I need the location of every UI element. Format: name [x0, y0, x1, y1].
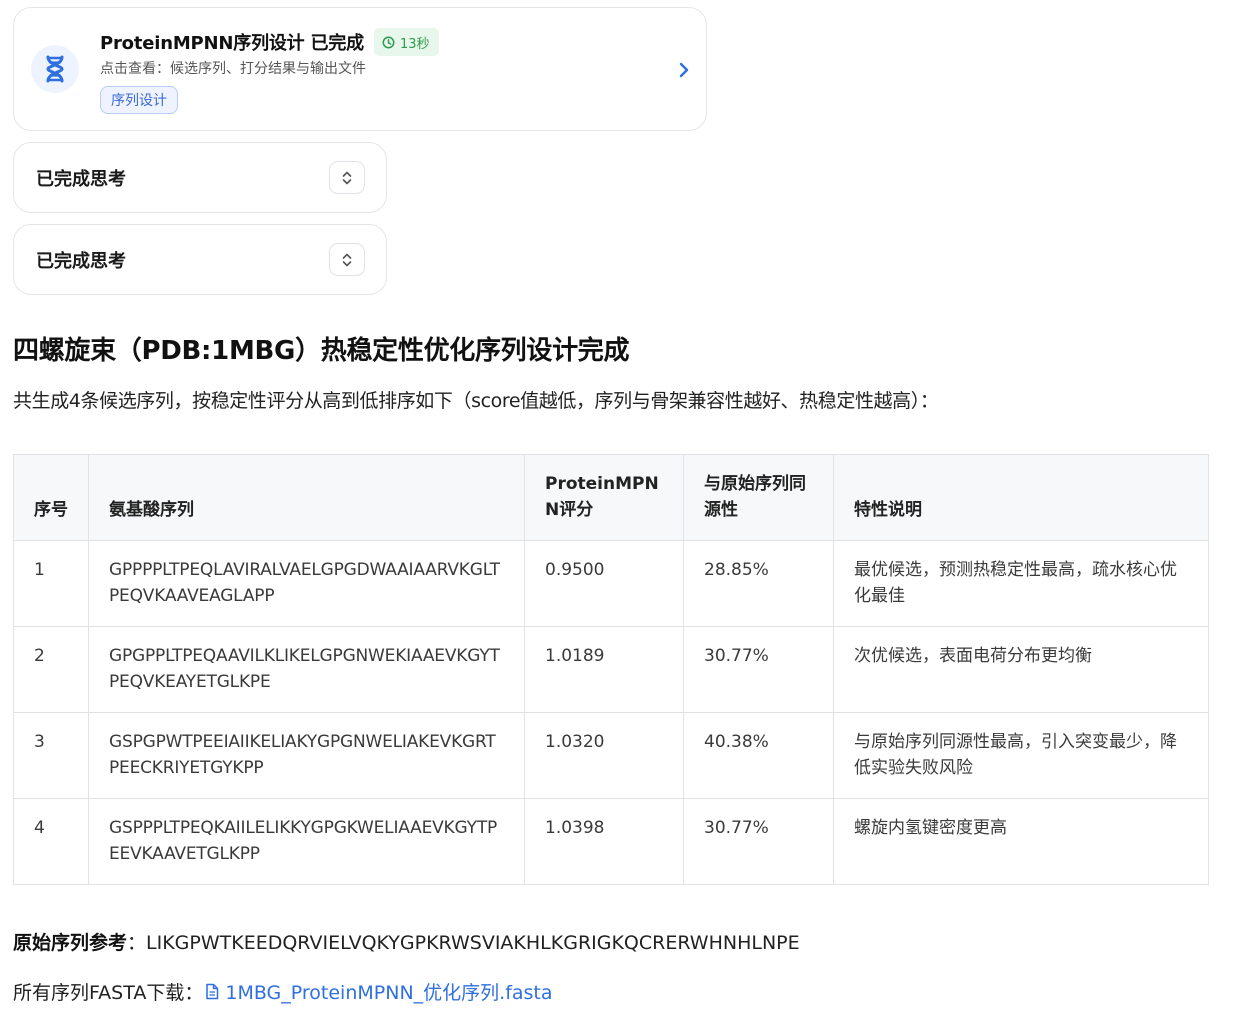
- col-header-sequence: 氨基酸序列: [88, 454, 525, 541]
- fasta-download-link[interactable]: 1MBG_ProteinMPNN_优化序列.fasta: [205, 978, 553, 1005]
- col-header-notes: 特性说明: [833, 454, 1209, 541]
- cell-notes: 次优候选，表面电荷分布更均衡: [833, 626, 1209, 713]
- task-tag: 序列设计: [100, 86, 178, 114]
- thinking-label: 已完成思考: [36, 169, 126, 190]
- download-line: 所有序列FASTA下载： 1MBG_ProteinMPNN_优化序列.fasta: [13, 978, 553, 1005]
- result-intro: 共生成4条候选序列，按稳定性评分从高到低排序如下（score值越低，序列与骨架兼…: [13, 390, 939, 412]
- expand-toggle-button[interactable]: [329, 161, 365, 194]
- cell-index: 2: [13, 626, 89, 713]
- result-heading: 四螺旋束（PDB:1MBG）热稳定性优化序列设计完成: [13, 336, 630, 366]
- table-row: 1 GPPPPLTPEQLAVIRALVAELGPGDWAAIAARVKGLTP…: [13, 540, 1209, 627]
- reference-label: 原始序列参考: [13, 932, 128, 954]
- cell-score: 1.0398: [524, 798, 684, 885]
- cell-notes: 螺旋内氢键密度更高: [833, 798, 1209, 885]
- time-badge: 13秒: [373, 28, 440, 56]
- expand-collapse-icon: [342, 171, 352, 184]
- candidate-table: 序号 氨基酸序列 ProteinMPNN评分 与原始序列同源性 特性说明 1 G…: [13, 454, 1209, 885]
- cell-score: 1.0320: [524, 712, 684, 799]
- reference-sequence-line: 原始序列参考：LIKGPWTKEEDQRVIELVQKYGPKRWSVIAKHL…: [13, 928, 800, 955]
- chevron-right-icon[interactable]: [676, 60, 692, 80]
- cell-notes: 最优候选，预测热稳定性最高，疏水核心优化最佳: [833, 540, 1209, 627]
- col-header-index: 序号: [13, 454, 89, 541]
- thinking-label: 已完成思考: [36, 251, 126, 272]
- cell-notes: 与原始序列同源性最高，引入突变最少，降低实验失败风险: [833, 712, 1209, 799]
- col-header-score: ProteinMPNN评分: [524, 454, 684, 541]
- cell-identity: 28.85%: [683, 540, 834, 627]
- table-row: 2 GPGPPLTPEQAAVILKLIKELGPGNWEKIAAEVKGYTP…: [13, 626, 1209, 713]
- col-header-identity: 与原始序列同源性: [683, 454, 834, 541]
- task-card[interactable]: ProteinMPNN序列设计 已完成 13秒 点击查看：候选序列、打分结果与输…: [13, 7, 707, 131]
- cell-index: 1: [13, 540, 89, 627]
- task-subtitle: 点击查看：候选序列、打分结果与输出文件: [100, 61, 366, 77]
- cell-identity: 30.77%: [683, 798, 834, 885]
- reference-separator: ：: [127, 932, 147, 954]
- cell-index: 3: [13, 712, 89, 799]
- cell-sequence: GSPPPLTPEQKAIILELIKKYGPGKWELIAAEVKGYTPEE…: [88, 798, 525, 885]
- table-row: 3 GSPGPWTPEEIAIIKELIAKYGPGNWELIAKEVKGRTP…: [13, 712, 1209, 799]
- cell-sequence: GPPPPLTPEQLAVIRALVAELGPGDWAAIAARVKGLTPEQ…: [88, 540, 525, 627]
- time-badge-value: 13秒: [399, 36, 430, 52]
- file-icon: [206, 983, 219, 1000]
- clock-icon: [382, 36, 395, 48]
- expand-toggle-button[interactable]: [329, 243, 365, 276]
- task-title: ProteinMPNN序列设计 已完成: [100, 33, 364, 54]
- cell-sequence: GSPGPWTPEEIAIIKELIAKYGPGNWELIAKEVKGRTPEE…: [88, 712, 525, 799]
- cell-score: 0.9500: [524, 540, 684, 627]
- task-title-row: ProteinMPNN序列设计 已完成 13秒: [100, 28, 440, 56]
- fasta-file-name: 1MBG_ProteinMPNN_优化序列.fasta: [225, 982, 553, 1004]
- table-row: 4 GSPPPLTPEQKAIILELIKKYGPGKWELIAAEVKGYTP…: [13, 798, 1209, 885]
- cell-identity: 40.38%: [683, 712, 834, 799]
- cell-score: 1.0189: [524, 626, 684, 713]
- table-header-row: 序号 氨基酸序列 ProteinMPNN评分 与原始序列同源性 特性说明: [13, 454, 1209, 541]
- cell-index: 4: [13, 798, 89, 885]
- reference-sequence: LIKGPWTKEEDQRVIELVQKYGPKRWSVIAKHLKGRIGKQ…: [146, 932, 800, 954]
- cell-identity: 30.77%: [683, 626, 834, 713]
- cell-sequence: GPGPPLTPEQAAVILKLIKELGPGNWEKIAAEVKGYTPEQ…: [88, 626, 525, 713]
- download-label: 所有序列FASTA下载：: [13, 982, 204, 1004]
- expand-collapse-icon: [342, 253, 352, 266]
- thinking-panel-1[interactable]: 已完成思考: [13, 142, 387, 213]
- thinking-panel-2[interactable]: 已完成思考: [13, 224, 387, 295]
- dna-icon: [31, 45, 79, 93]
